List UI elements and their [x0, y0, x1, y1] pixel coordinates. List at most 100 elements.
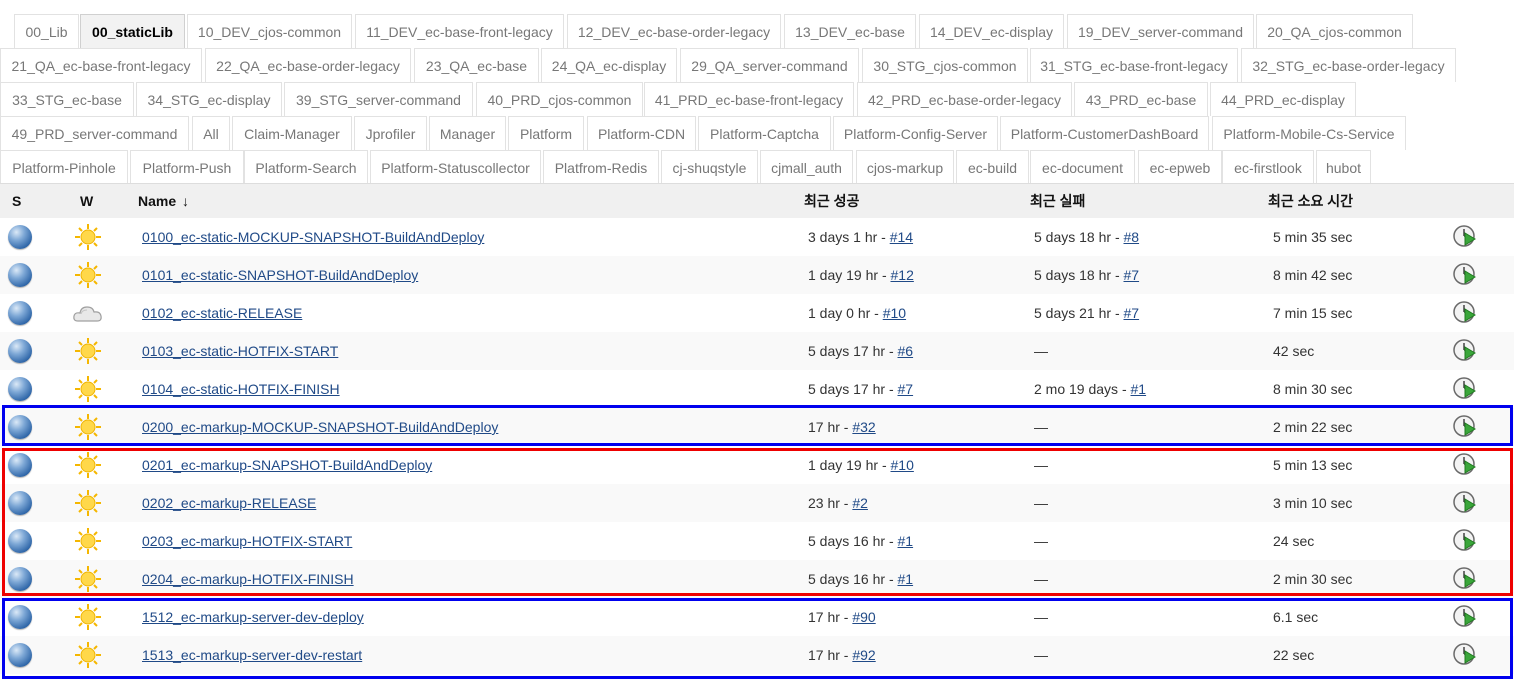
job-name-link[interactable]: 0100_ec-static-MOCKUP-SNAPSHOT-BuildAndD… [142, 218, 484, 256]
schedule-build-icon[interactable] [1453, 528, 1477, 552]
tab-19-dev-server-command[interactable]: 19_DEV_server-command [1067, 14, 1254, 48]
status-ball-icon[interactable] [8, 643, 32, 667]
cloudy-weather-icon[interactable] [72, 299, 104, 327]
tab-platform-customerdashboard[interactable]: Platform-CustomerDashBoard [1000, 116, 1209, 150]
tab-platform-mobile-cs-service[interactable]: Platform-Mobile-Cs-Service [1212, 116, 1406, 150]
tab-11-dev-ec-base-front-legacy[interactable]: 11_DEV_ec-base-front-legacy [355, 14, 564, 48]
sunny-weather-icon[interactable] [72, 489, 104, 517]
last-failure-build-link[interactable]: #8 [1124, 229, 1140, 245]
schedule-build-icon[interactable] [1453, 300, 1477, 324]
schedule-build-icon[interactable] [1453, 566, 1477, 590]
tab-all[interactable]: All [192, 116, 230, 150]
tab-14-dev-ec-display[interactable]: 14_DEV_ec-display [919, 14, 1064, 48]
job-name-link[interactable]: 0103_ec-static-HOTFIX-START [142, 332, 338, 370]
status-ball-icon[interactable] [8, 263, 32, 287]
tab-ec-document[interactable]: ec-document [1030, 150, 1135, 184]
tab-34-stg-ec-display[interactable]: 34_STG_ec-display [136, 82, 282, 116]
tab-41-prd-ec-base-front-legacy[interactable]: 41_PRD_ec-base-front-legacy [644, 82, 854, 116]
status-ball-icon[interactable] [8, 377, 32, 401]
tab-44-prd-ec-display[interactable]: 44_PRD_ec-display [1210, 82, 1356, 116]
tab-platform-cdn[interactable]: Platform-CDN [587, 116, 696, 150]
tab-jprofiler[interactable]: Jprofiler [354, 116, 427, 150]
tab-cjmall-auth[interactable]: cjmall_auth [760, 150, 853, 184]
tab-39-stg-server-command[interactable]: 39_STG_server-command [284, 82, 473, 116]
schedule-build-icon[interactable] [1453, 490, 1477, 514]
last-success-build-link[interactable]: #32 [852, 419, 875, 435]
sunny-weather-icon[interactable] [72, 527, 104, 555]
last-success-build-link[interactable]: #92 [852, 647, 875, 663]
tab-hubot[interactable]: hubot [1316, 150, 1371, 184]
status-ball-icon[interactable] [8, 415, 32, 439]
sunny-weather-icon[interactable] [72, 565, 104, 593]
tab-platform-config-server[interactable]: Platform-Config-Server [833, 116, 998, 150]
tab-platform-search[interactable]: Platform-Search [244, 150, 368, 184]
sunny-weather-icon[interactable] [72, 641, 104, 669]
job-name-link[interactable]: 0101_ec-static-SNAPSHOT-BuildAndDeploy [142, 256, 418, 294]
sunny-weather-icon[interactable] [72, 451, 104, 479]
header-last-duration[interactable]: 최근 소요 시간 [1268, 184, 1353, 218]
tab-42-prd-ec-base-order-legacy[interactable]: 42_PRD_ec-base-order-legacy [857, 82, 1072, 116]
tab-claim-manager[interactable]: Claim-Manager [232, 116, 352, 150]
tab-platform-pinhole[interactable]: Platform-Pinhole [0, 150, 128, 184]
sunny-weather-icon[interactable] [72, 375, 104, 403]
last-failure-build-link[interactable]: #1 [1131, 381, 1147, 397]
tab-10-dev-cjos-common[interactable]: 10_DEV_cjos-common [187, 14, 352, 48]
tab-40-prd-cjos-common[interactable]: 40_PRD_cjos-common [476, 82, 643, 116]
tab-platform[interactable]: Platform [508, 116, 584, 150]
last-success-build-link[interactable]: #12 [891, 267, 914, 283]
sunny-weather-icon[interactable] [72, 223, 104, 251]
tab-platform-captcha[interactable]: Platform-Captcha [698, 116, 831, 150]
last-success-build-link[interactable]: #1 [898, 533, 914, 549]
tab-43-prd-ec-base[interactable]: 43_PRD_ec-base [1074, 82, 1208, 116]
status-ball-icon[interactable] [8, 225, 32, 249]
tab-13-dev-ec-base[interactable]: 13_DEV_ec-base [784, 14, 916, 48]
tab-cj-shuqstyle[interactable]: cj-shuqstyle [661, 150, 758, 184]
status-ball-icon[interactable] [8, 301, 32, 325]
tab-platfrom-redis[interactable]: Platfrom-Redis [543, 150, 659, 184]
tab-ec-firstlook[interactable]: ec-firstlook [1222, 150, 1314, 184]
last-success-build-link[interactable]: #7 [898, 381, 914, 397]
sunny-weather-icon[interactable] [72, 603, 104, 631]
status-ball-icon[interactable] [8, 567, 32, 591]
job-name-link[interactable]: 0201_ec-markup-SNAPSHOT-BuildAndDeploy [142, 446, 432, 484]
tab-00-lib[interactable]: 00_Lib [14, 14, 79, 48]
last-success-build-link[interactable]: #90 [852, 609, 875, 625]
tab-12-dev-ec-base-order-legacy[interactable]: 12_DEV_ec-base-order-legacy [567, 14, 781, 48]
header-weather[interactable]: W [80, 184, 93, 218]
tab-platform-statuscollector[interactable]: Platform-Statuscollector [370, 150, 541, 184]
last-success-build-link[interactable]: #10 [883, 305, 906, 321]
header-last-success[interactable]: 최근 성공 [804, 184, 859, 218]
tab-manager[interactable]: Manager [429, 116, 506, 150]
last-success-build-link[interactable]: #6 [898, 343, 914, 359]
tab-32-stg-ec-base-order-legacy[interactable]: 32_STG_ec-base-order-legacy [1241, 48, 1456, 82]
header-name[interactable]: Name [138, 184, 176, 218]
last-success-build-link[interactable]: #2 [852, 495, 868, 511]
status-ball-icon[interactable] [8, 453, 32, 477]
schedule-build-icon[interactable] [1453, 452, 1477, 476]
sunny-weather-icon[interactable] [72, 261, 104, 289]
tab-00-staticlib[interactable]: 00_staticLib [80, 14, 185, 48]
header-status[interactable]: S [12, 184, 21, 218]
status-ball-icon[interactable] [8, 339, 32, 363]
job-name-link[interactable]: 1513_ec-markup-server-dev-restart [142, 636, 362, 674]
job-name-link[interactable]: 0203_ec-markup-HOTFIX-START [142, 522, 352, 560]
tab-30-stg-cjos-common[interactable]: 30_STG_cjos-common [862, 48, 1028, 82]
job-name-link[interactable]: 1512_ec-markup-server-dev-deploy [142, 598, 364, 636]
sort-arrow-icon[interactable]: ↓ [182, 184, 189, 218]
tab-24-qa-ec-display[interactable]: 24_QA_ec-display [541, 48, 677, 82]
status-ball-icon[interactable] [8, 491, 32, 515]
tab-20-qa-cjos-common[interactable]: 20_QA_cjos-common [1256, 14, 1413, 48]
tab-49-prd-server-command[interactable]: 49_PRD_server-command [0, 116, 189, 150]
job-name-link[interactable]: 0202_ec-markup-RELEASE [142, 484, 316, 522]
tab-29-qa-server-command[interactable]: 29_QA_server-command [680, 48, 859, 82]
job-name-link[interactable]: 0104_ec-static-HOTFIX-FINISH [142, 370, 340, 408]
tab-ec-epweb[interactable]: ec-epweb [1138, 150, 1222, 184]
job-name-link[interactable]: 0102_ec-static-RELEASE [142, 294, 302, 332]
job-name-link[interactable]: 0204_ec-markup-HOTFIX-FINISH [142, 560, 354, 598]
last-success-build-link[interactable]: #1 [898, 571, 914, 587]
tab-22-qa-ec-base-order-legacy[interactable]: 22_QA_ec-base-order-legacy [205, 48, 411, 82]
tab-cjos-markup[interactable]: cjos-markup [856, 150, 954, 184]
tab-23-qa-ec-base[interactable]: 23_QA_ec-base [414, 48, 539, 82]
header-last-failure[interactable]: 최근 실패 [1030, 184, 1085, 218]
last-success-build-link[interactable]: #10 [891, 457, 914, 473]
